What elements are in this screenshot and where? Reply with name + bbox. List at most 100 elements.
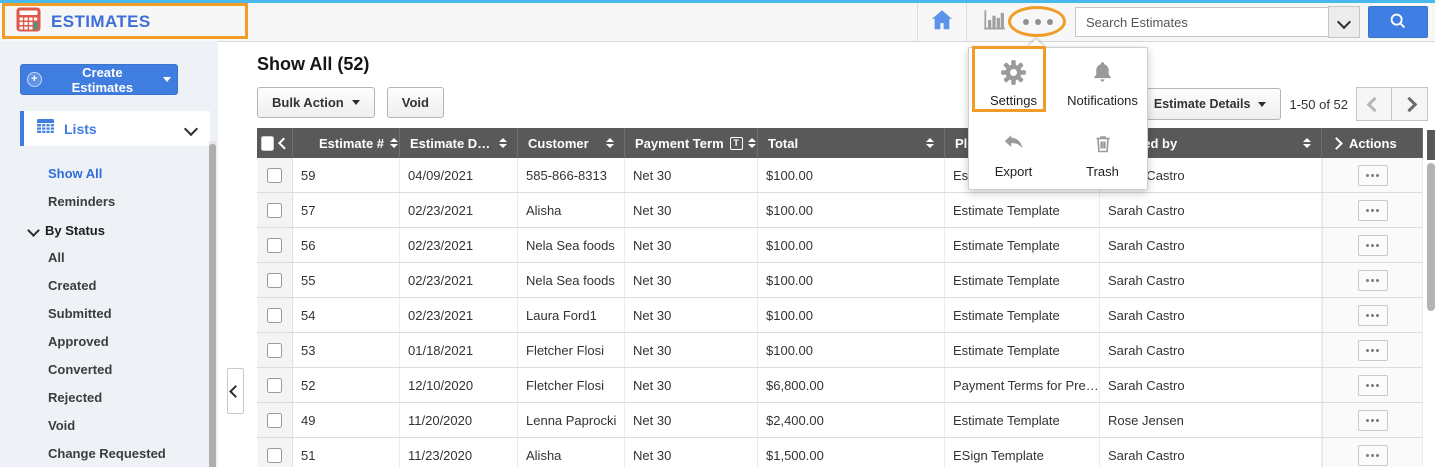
menu-item-export[interactable]: Export: [969, 119, 1058, 190]
popup-caret: [1027, 39, 1045, 48]
cell-estimate_no: 52: [293, 368, 400, 402]
row-actions-button[interactable]: [1357, 199, 1388, 221]
sidebar-item-change-requested[interactable]: Change Requested: [0, 440, 210, 467]
sidebar-item-all[interactable]: All: [0, 244, 210, 272]
calculator-icon: [16, 7, 41, 37]
sidebar-item-created[interactable]: Created: [0, 272, 210, 300]
sidebar-collapse-handle[interactable]: [227, 368, 244, 414]
prev-page-button[interactable]: [1356, 87, 1392, 121]
row-actions-button[interactable]: [1357, 234, 1388, 256]
sort-icon[interactable]: [390, 138, 399, 148]
cell-created_by: Sarah Castro: [1100, 368, 1322, 402]
sort-icon[interactable]: [1303, 138, 1311, 148]
cell-total: $100.00: [758, 158, 945, 192]
row-checkbox[interactable]: [267, 447, 282, 463]
column-actions[interactable]: Actions: [1322, 128, 1423, 158]
sort-icon[interactable]: [606, 138, 614, 148]
search-input[interactable]: [1075, 7, 1328, 37]
row-checkbox[interactable]: [267, 272, 282, 288]
bulk-action-button[interactable]: Bulk Action: [257, 87, 375, 118]
more-menu-popup: Settings Notifications Export Trash: [968, 39, 1148, 190]
cell-estimate_date: 12/10/2020: [400, 368, 518, 402]
row-actions-button[interactable]: [1357, 164, 1388, 186]
sidebar-item-void[interactable]: Void: [0, 412, 210, 440]
cell-estimate_date: 02/23/2021: [400, 193, 518, 227]
column-customer[interactable]: Customer: [518, 128, 625, 158]
table-scrollbar-thumb[interactable]: [1427, 163, 1435, 311]
trash-icon: [1091, 129, 1115, 157]
column-total[interactable]: Total: [758, 128, 945, 158]
cell-checkbox: [257, 158, 293, 192]
row-checkbox[interactable]: [267, 307, 282, 323]
row-actions-button[interactable]: [1357, 444, 1388, 466]
cell-payment_term: Net 30: [625, 228, 758, 262]
row-checkbox[interactable]: [267, 377, 282, 393]
row-actions-button[interactable]: [1357, 269, 1388, 291]
sort-icon[interactable]: [747, 138, 756, 148]
collapse-columns-icon[interactable]: [278, 137, 291, 149]
column-payment_term[interactable]: Payment Term: [625, 128, 758, 158]
create-estimates-button[interactable]: Create Estimates: [20, 64, 178, 95]
column-checkbox[interactable]: [257, 128, 293, 158]
cell-estimate_no: 56: [293, 228, 400, 262]
menu-item-notifications[interactable]: Notifications: [1058, 48, 1147, 119]
cell-customer: Lenna Paprocki: [518, 403, 625, 437]
home-button[interactable]: [917, 3, 967, 41]
sidebar-item-approved[interactable]: Approved: [0, 328, 210, 356]
cell-created_by: Sarah Castro: [1100, 333, 1322, 367]
filter-icon[interactable]: [729, 136, 743, 150]
row-actions-button[interactable]: [1357, 304, 1388, 326]
cell-payment_term: Net 30: [625, 263, 758, 297]
next-page-button[interactable]: [1392, 87, 1428, 121]
sidebar-item-converted[interactable]: Converted: [0, 356, 210, 384]
menu-item-settings[interactable]: Settings: [969, 48, 1058, 119]
cell-template: Estimate Template: [945, 193, 1100, 227]
row-checkbox[interactable]: [267, 237, 282, 253]
search-scope-dropdown[interactable]: [1328, 6, 1360, 38]
row-actions-button[interactable]: [1357, 339, 1388, 361]
row-actions-button[interactable]: [1357, 374, 1388, 396]
display-dropdown[interactable]: Estimate Details: [1138, 88, 1282, 120]
cell-estimate_no: 49: [293, 403, 400, 437]
lists-label: Lists: [64, 120, 97, 137]
void-button[interactable]: Void: [386, 87, 444, 118]
cell-total: $100.00: [758, 298, 945, 332]
cell-created_by: Rose Jensen: [1100, 403, 1322, 437]
column-estimate_no[interactable]: Estimate #: [293, 128, 400, 158]
row-actions-button[interactable]: [1357, 409, 1388, 431]
row-checkbox[interactable]: [267, 202, 282, 218]
menu-item-trash[interactable]: Trash: [1058, 119, 1147, 190]
cell-estimate_no: 59: [293, 158, 400, 192]
cell-total: $1,500.00: [758, 438, 945, 467]
select-all-checkbox[interactable]: [261, 135, 275, 151]
reports-button[interactable]: [981, 7, 1007, 38]
sidebar-item-reminders[interactable]: Reminders: [0, 188, 210, 216]
export-icon: [1001, 129, 1026, 157]
sidebar-item-rejected[interactable]: Rejected: [0, 384, 210, 412]
column-estimate_date[interactable]: Estimate D…: [400, 128, 518, 158]
app-title: ESTIMATES: [51, 12, 151, 31]
cell-checkbox: [257, 403, 293, 437]
sidebar-group-by-status[interactable]: By Status: [0, 216, 210, 244]
expand-actions-icon[interactable]: [1330, 136, 1343, 150]
sort-icon[interactable]: [499, 138, 507, 148]
cell-estimate_date: 02/23/2021: [400, 228, 518, 262]
row-checkbox[interactable]: [267, 342, 282, 358]
sidebar-item-show-all[interactable]: Show All: [0, 160, 210, 188]
cell-estimate_no: 54: [293, 298, 400, 332]
row-checkbox[interactable]: [267, 167, 282, 183]
ellipsis-menu-button[interactable]: [1019, 11, 1057, 33]
table-scrollbar-header-cap: [1427, 130, 1435, 160]
search-button[interactable]: [1368, 6, 1428, 38]
sidebar-scrollbar[interactable]: [209, 141, 216, 467]
sidebar-lists-header[interactable]: Lists: [20, 111, 210, 146]
cell-template: Estimate Template: [945, 228, 1100, 262]
caret-down-icon: [163, 77, 171, 82]
sidebar-nav: Show All Reminders By Status All Created S…: [0, 160, 210, 467]
sort-icon[interactable]: [926, 138, 934, 148]
sidebar-item-submitted[interactable]: Submitted: [0, 300, 210, 328]
table-scrollbar[interactable]: [1427, 130, 1435, 436]
sidebar-scrollbar-thumb[interactable]: [209, 144, 216, 467]
row-checkbox[interactable]: [267, 412, 282, 428]
app-logo[interactable]: ESTIMATES: [16, 7, 151, 37]
